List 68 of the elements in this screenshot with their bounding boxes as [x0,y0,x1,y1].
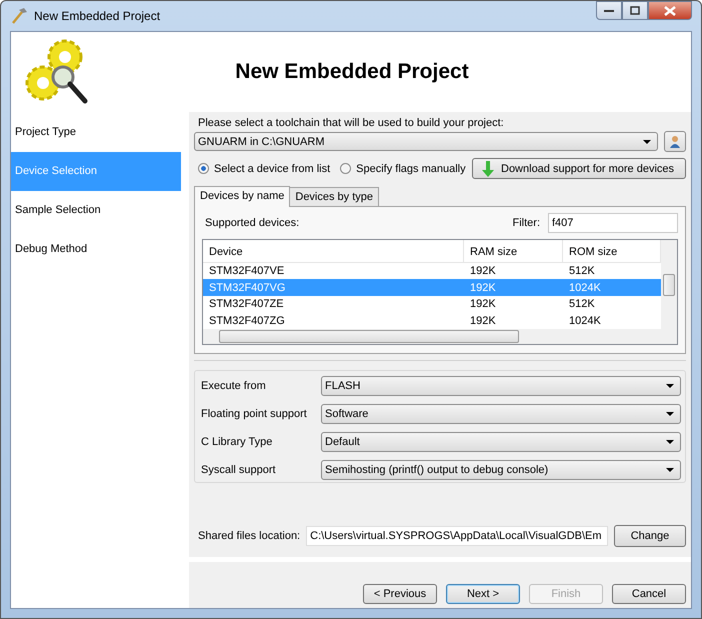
wizard-button[interactable]: Cancel [612,584,686,604]
table-cell-text: STM32F407VE [208,264,286,277]
maximize-icon [630,6,640,15]
setting-value: Software [325,408,368,420]
person-icon-button[interactable] [664,131,686,152]
setting-value: Default [325,436,360,448]
table-cell-text: 192K [469,282,497,294]
setting-label: Execute from [201,380,267,392]
setting-value: Semihosting (printf() output to debug console) [325,464,548,476]
download-button[interactable]: Download support for more devices [472,158,686,179]
dropdown-arrow-icon [666,384,674,388]
table-cell-text: 1024K [568,314,602,327]
setting-label: Floating point support [201,408,308,420]
vertical-scrollbar[interactable] [661,240,677,344]
toolchain-value: GNUARM in C:\GNUARM [198,136,325,148]
toolchain-prompt: Please select a toolchain that will be used to build your project: [198,117,505,129]
minimize-button[interactable] [596,1,622,20]
horizontal-scrollbar[interactable] [203,329,661,344]
table-cell-text: 512K [568,298,596,310]
table-row[interactable]: STM32F407VE 192K 512K [203,262,661,280]
maximize-button[interactable] [622,1,648,20]
column-header[interactable]: RAM size [464,240,563,262]
dropdown-arrow-icon [666,468,674,472]
page-heading: New Embedded Project [234,60,470,84]
close-button[interactable] [648,1,692,20]
sidebar-item[interactable]: Project Type [11,113,181,152]
setting-label: Syscall support [201,464,277,476]
person-icon [668,134,682,148]
tab[interactable]: Devices by name [194,186,290,207]
hammer-icon [10,7,28,25]
setting-label: C Library Type [201,436,274,448]
table-cell-text: 512K [568,264,596,277]
column-header[interactable]: Device [203,240,464,262]
radio-option[interactable]: Select a device from list [198,162,330,174]
setting-dropdown[interactable]: Semihosting (printf() output to debug console) [321,460,681,480]
setting-value: FLASH [325,380,360,392]
sidebar-item[interactable]: Debug Method [11,230,181,269]
table-row[interactable]: STM32F407ZG 192K 1024K [203,312,661,330]
filter-field[interactable]: f407 [548,213,678,233]
table-cell-text: 192K [469,314,497,327]
minimize-icon [604,8,614,12]
table-cell-text: 192K [469,298,497,310]
table-cell-text: STM32F407ZG [208,314,286,327]
close-icon [664,6,676,16]
table-row[interactable]: STM32F407ZE 192K 512K [203,296,661,313]
table-cell-text: 192K [469,264,497,277]
setting-dropdown[interactable]: Software [321,404,681,424]
wizard-button[interactable]: < Previous [363,584,437,604]
table-cell-text: 1024K [568,282,602,294]
sidebar-item[interactable]: Sample Selection [11,191,181,230]
shared-files-label: Shared files location: [198,530,300,542]
change-button[interactable]: Change [614,525,686,547]
shared-files-field[interactable]: C:\Users\virtual.SYSPROGS\AppData\Local\VisualGDB\Em [306,526,608,546]
tab[interactable]: Devices by type [289,187,380,206]
window-title: New Embedded Project [34,9,160,23]
dropdown-arrow-icon [666,412,674,416]
down-arrow-icon [481,160,495,176]
wizard-button[interactable]: Next > [446,584,520,604]
table-cell-text: STM32F407VG [208,282,286,294]
setting-dropdown[interactable]: Default [321,432,681,452]
toolchain-dropdown[interactable]: GNUARM in C:\GNUARM [194,132,658,151]
setting-dropdown[interactable]: FLASH [321,376,681,396]
dropdown-arrow-icon [643,140,651,144]
supported-devices-label: Supported devices: [205,217,300,229]
radio-option[interactable]: Specify flags manually [340,162,466,174]
dropdown-arrow-icon [666,440,674,444]
table-cell-text: STM32F407ZE [208,298,285,310]
filter-label: Filter: [512,217,540,229]
